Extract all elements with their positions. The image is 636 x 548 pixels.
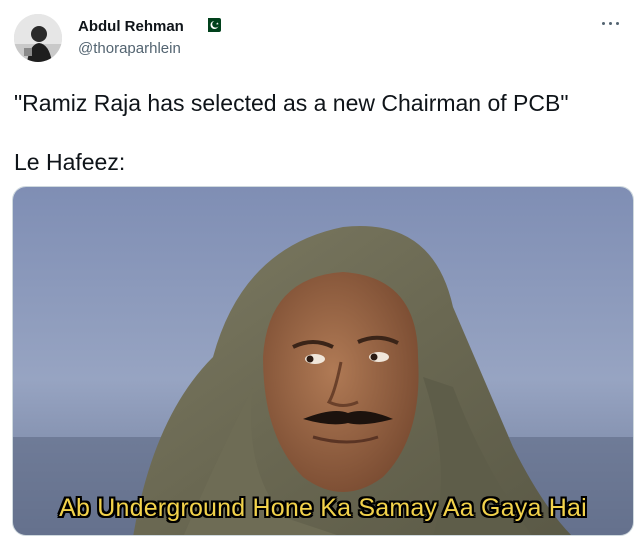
more-horizontal-icon[interactable] [600, 18, 622, 30]
tweet-header: Abdul Rehman @thoraparhlein [14, 12, 622, 64]
avatar-photo-icon [14, 14, 62, 62]
tweet-card: Abdul Rehman @thoraparhlein "Ramiz Raja … [0, 0, 636, 548]
author-display-name[interactable]: Abdul Rehman [78, 18, 184, 35]
author-handle[interactable]: @thoraparhlein [78, 40, 181, 57]
tweet-text-line-2: Le Hafeez: [14, 149, 126, 175]
tweet-media-image[interactable]: Ab Underground Hone Ka Samay Aa Gaya Hai [12, 186, 634, 536]
pakistan-flag-icon [204, 18, 221, 32]
meme-caption: Ab Underground Hone Ka Samay Aa Gaya Hai [59, 494, 587, 522]
author-avatar[interactable] [14, 14, 62, 62]
meme-photo [13, 187, 633, 535]
tweet-text-line-1: "Ramiz Raja has selected as a new Chairm… [14, 90, 569, 116]
